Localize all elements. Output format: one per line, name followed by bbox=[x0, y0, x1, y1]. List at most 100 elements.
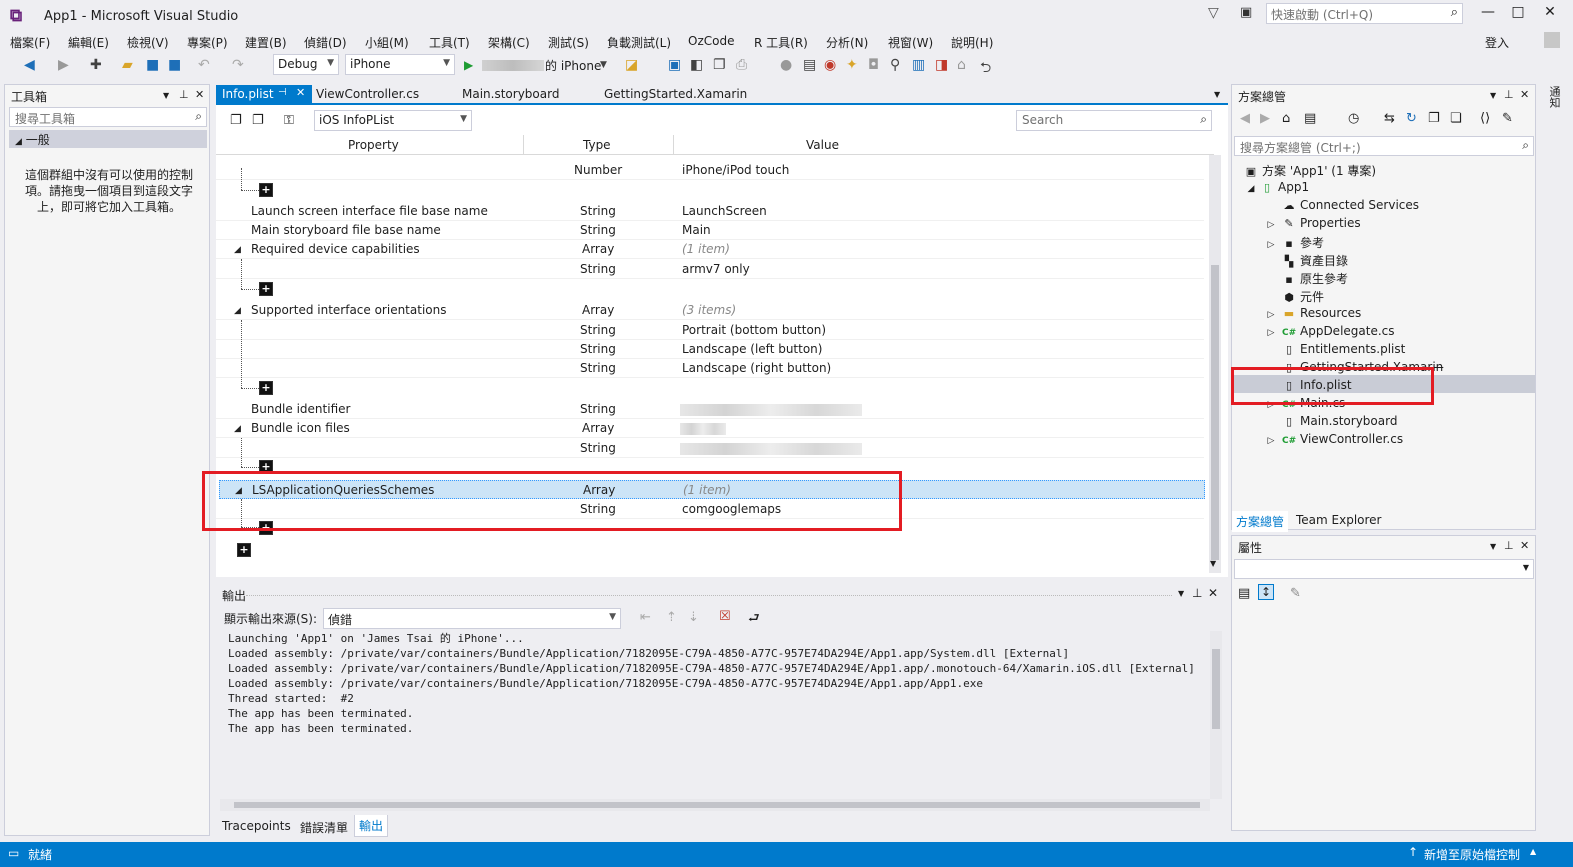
tab-solution-explorer[interactable]: 方案總管 bbox=[1232, 511, 1289, 532]
refresh-icon[interactable]: ↻ bbox=[1406, 111, 1417, 126]
toolbox-group-general[interactable]: ◢ 一般 bbox=[9, 130, 207, 148]
paste-icon[interactable]: ❐ bbox=[252, 113, 264, 128]
tab-output[interactable]: 輸出 bbox=[354, 815, 389, 837]
close-icon[interactable]: ✕ bbox=[1208, 586, 1218, 600]
camera-icon[interactable]: ◘ bbox=[868, 57, 879, 73]
device-icon[interactable]: ▣ bbox=[668, 57, 681, 73]
new-project-icon[interactable]: ✚ bbox=[90, 57, 102, 73]
pin-icon[interactable]: ⊥ bbox=[1192, 586, 1202, 600]
output-horizontal-scrollbar[interactable] bbox=[220, 799, 1210, 811]
plist-row[interactable]: String Landscape (left button) bbox=[216, 340, 1204, 359]
sync-icon[interactable]: ⇆ bbox=[1384, 111, 1395, 126]
copy-icon[interactable]: ❐ bbox=[230, 113, 242, 128]
chevron-down-icon[interactable]: ▼ bbox=[600, 60, 607, 70]
paste-icon[interactable]: ▤ bbox=[803, 57, 816, 73]
platform-dropdown[interactable]: iPhone ▼ bbox=[345, 54, 455, 75]
quick-launch-input[interactable]: 快速啟動 (Ctrl+Q) ⌕ bbox=[1266, 3, 1463, 24]
plist-row[interactable]: ◢ Supported interface orientations Array… bbox=[216, 301, 1204, 320]
plist-row[interactable]: ◢ Required device capabilities Array (1 … bbox=[216, 240, 1204, 259]
pin-icon[interactable]: ⊥ bbox=[1504, 88, 1514, 101]
scrollbar-thumb[interactable] bbox=[1212, 649, 1220, 729]
plist-row[interactable]: String armv7 only bbox=[216, 260, 1204, 279]
close-icon[interactable]: ✕ bbox=[1520, 88, 1529, 101]
word-wrap-icon[interactable]: ⮐ bbox=[748, 609, 760, 631]
run-target-label[interactable]: 的 iPhone bbox=[545, 57, 601, 74]
menu-file[interactable]: 檔案(F) bbox=[10, 34, 50, 51]
menu-team[interactable]: 小組(M) bbox=[365, 34, 409, 51]
plist-row[interactable]: String Portrait (bottom button) bbox=[216, 321, 1204, 340]
tree-main-storyboard[interactable]: ▯ Main.storyboard bbox=[1282, 414, 1397, 428]
add-item-button[interactable]: + bbox=[259, 381, 273, 395]
output-text[interactable]: Launching 'App1' on 'James Tsai 的 iPhone… bbox=[218, 631, 1208, 799]
plist-row[interactable]: Number iPhone/iPod touch bbox=[216, 161, 1204, 180]
plist-row[interactable]: String Landscape (right button) bbox=[216, 359, 1204, 378]
tree-entitlements[interactable]: ▯ Entitlements.plist bbox=[1282, 342, 1405, 356]
tree-project-app1[interactable]: ◢ ▯ App1 bbox=[1246, 180, 1310, 194]
start-debug-icon[interactable]: ▶ bbox=[464, 58, 473, 72]
plist-row[interactable]: String bbox=[216, 439, 1204, 458]
add-item-button[interactable]: + bbox=[259, 282, 273, 296]
menu-ozcode[interactable]: OzCode bbox=[688, 34, 734, 48]
record-icon[interactable]: ◉ bbox=[824, 57, 836, 73]
copy-icon[interactable]: ❐ bbox=[713, 57, 726, 73]
schema-dropdown[interactable]: iOS InfoPList ▼ bbox=[314, 110, 472, 131]
forward-icon[interactable]: ▶ bbox=[58, 57, 69, 73]
vertical-scrollbar[interactable]: ▼ bbox=[1209, 155, 1221, 573]
printer-icon[interactable]: ⎙ bbox=[736, 57, 747, 73]
clear-all-icon[interactable]: ☒ bbox=[719, 609, 731, 624]
feedback-icon[interactable]: ▣ bbox=[1240, 5, 1252, 20]
source-control-button[interactable]: 新增至原始檔控制 bbox=[1424, 846, 1520, 863]
categorized-icon[interactable]: ▤ bbox=[1238, 586, 1250, 601]
plist-row[interactable]: Launch screen interface file base name S… bbox=[216, 202, 1204, 221]
window-icon[interactable]: ▥ bbox=[912, 57, 925, 73]
close-tab-icon[interactable]: ✕ bbox=[296, 86, 305, 99]
menu-analyze[interactable]: 分析(N) bbox=[826, 34, 868, 51]
plist-row[interactable]: Bundle identifier String bbox=[216, 400, 1204, 419]
tab-viewcontroller[interactable]: ViewController.cs bbox=[310, 85, 425, 105]
pin-icon[interactable]: ⊣ bbox=[278, 87, 287, 98]
tree-connected-services[interactable]: ☁ Connected Services bbox=[1282, 198, 1420, 212]
chevron-down-icon[interactable]: ▼ bbox=[1210, 559, 1216, 568]
plist-row[interactable]: ◢ Bundle icon files Array bbox=[216, 419, 1204, 438]
minimize-button[interactable]: — bbox=[1478, 4, 1498, 24]
menu-test[interactable]: 測試(S) bbox=[548, 34, 589, 51]
tree-asset-catalog[interactable]: ▚ 資產目錄 bbox=[1282, 252, 1348, 269]
layout-icon[interactable]: ◧ bbox=[690, 57, 703, 73]
configuration-dropdown[interactable]: Debug ▼ bbox=[273, 54, 339, 75]
tab-info-plist[interactable]: Info.plist ⊣ ✕ bbox=[216, 85, 312, 105]
back-icon[interactable]: ◀ bbox=[1240, 111, 1250, 126]
menu-project[interactable]: 專案(P) bbox=[187, 34, 228, 51]
scrollbar-thumb[interactable] bbox=[234, 802, 1200, 808]
tree-viewcontroller[interactable]: ▷ C# ViewController.cs bbox=[1264, 432, 1404, 446]
chevron-down-icon[interactable]: ▼ bbox=[1214, 90, 1220, 99]
menu-architecture[interactable]: 架構(C) bbox=[488, 34, 530, 51]
expanded-triangle-icon[interactable]: ◢ bbox=[234, 245, 241, 255]
tab-gettingstarted[interactable]: GettingStarted.Xamarin bbox=[598, 85, 753, 105]
customize-icon[interactable]: ⮌ bbox=[980, 57, 991, 81]
stop-icon[interactable]: ◨ bbox=[935, 57, 948, 73]
chevron-down-icon[interactable]: ▼ bbox=[163, 91, 169, 100]
chevron-down-icon[interactable]: ▼ bbox=[1490, 91, 1496, 100]
alphabetical-icon[interactable]: ↕ bbox=[1258, 584, 1275, 600]
menu-tools[interactable]: 工具(T) bbox=[429, 34, 470, 51]
column-type[interactable]: Type bbox=[583, 138, 611, 152]
menu-debug[interactable]: 偵錯(D) bbox=[304, 34, 347, 51]
chevron-down-icon[interactable]: ▼ bbox=[1178, 589, 1184, 598]
plist-search-input[interactable]: Search ⌕ bbox=[1016, 110, 1212, 131]
close-icon[interactable]: ✕ bbox=[195, 88, 204, 101]
attach-icon[interactable]: ⚲ bbox=[890, 57, 900, 73]
save-all-icon[interactable]: ■ bbox=[168, 57, 181, 73]
solution-search-input[interactable]: 搜尋方案總管 (Ctrl+;) ⌕ bbox=[1234, 136, 1534, 156]
chevron-down-icon[interactable]: ▼ bbox=[1490, 542, 1496, 551]
tab-team-explorer[interactable]: Team Explorer bbox=[1292, 511, 1386, 529]
pin-icon[interactable]: ⊥ bbox=[1504, 539, 1514, 552]
column-property[interactable]: Property bbox=[348, 138, 399, 152]
menu-help[interactable]: 說明(H) bbox=[951, 34, 993, 51]
add-root-item-button[interactable]: + bbox=[237, 543, 251, 557]
tree-properties[interactable]: ▷ ✎ Properties bbox=[1264, 216, 1361, 230]
solution-switch-icon[interactable]: ▤ bbox=[1304, 111, 1316, 126]
back-icon[interactable]: ◀ bbox=[24, 57, 35, 73]
column-value[interactable]: Value bbox=[806, 138, 839, 152]
tab-main-storyboard[interactable]: Main.storyboard bbox=[456, 85, 565, 105]
tree-components[interactable]: ⬢ 元件 bbox=[1282, 288, 1324, 305]
